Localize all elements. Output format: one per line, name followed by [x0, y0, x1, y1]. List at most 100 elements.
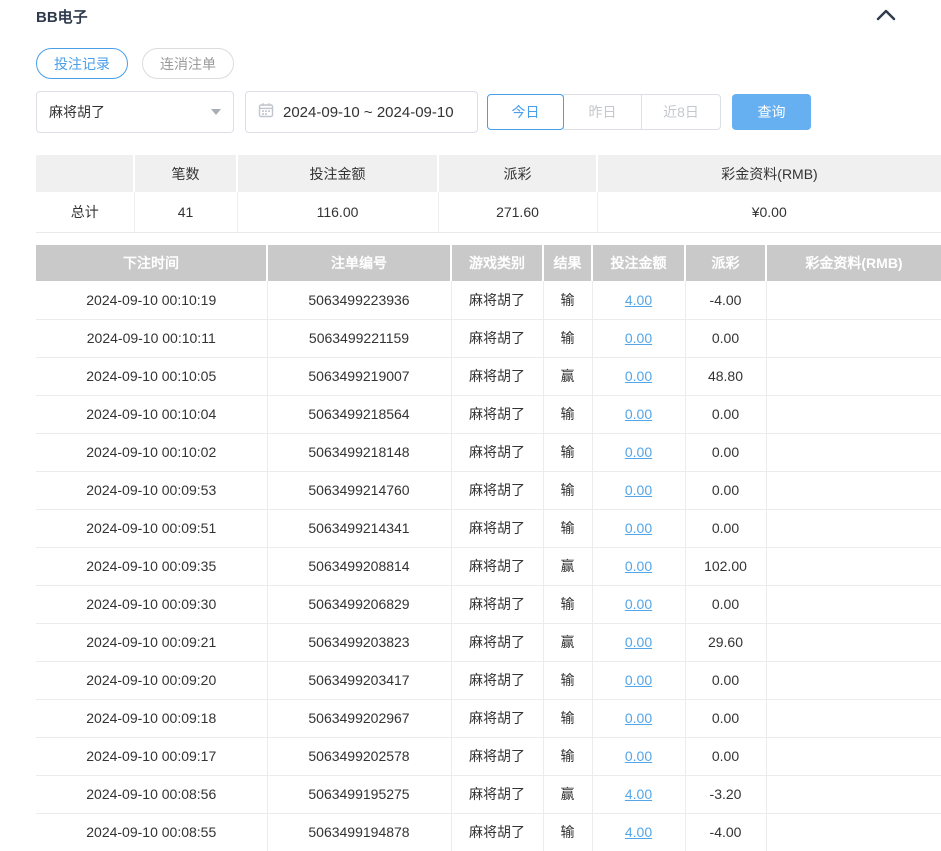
payout-cell: 0.00	[685, 433, 766, 471]
game-type-cell: 麻将胡了	[451, 547, 543, 585]
bet-amount-link[interactable]: 0.00	[625, 482, 652, 498]
result-cell: 输	[543, 737, 592, 775]
bet-amount-link[interactable]: 0.00	[625, 596, 652, 612]
payout-cell: 0.00	[685, 509, 766, 547]
game-type-cell: 麻将胡了	[451, 661, 543, 699]
bet-amount-link[interactable]: 0.00	[625, 406, 652, 422]
header-result: 结果	[543, 245, 592, 281]
bet-amount-cell: 0.00	[592, 357, 685, 395]
bet-amount-link[interactable]: 0.00	[625, 672, 652, 688]
order-number-cell: 5063499223936	[267, 281, 451, 319]
result-cell: 输	[543, 433, 592, 471]
bet-amount-cell: 0.00	[592, 509, 685, 547]
order-number-cell: 5063499218564	[267, 395, 451, 433]
date-range-picker[interactable]: 2024-09-10 ~ 2024-09-10	[245, 91, 478, 133]
payout-cell: 0.00	[685, 699, 766, 737]
table-row: 2024-09-10 00:08:56 5063499195275 麻将胡了 赢…	[36, 775, 941, 813]
today-button[interactable]: 今日	[487, 94, 564, 130]
bet-amount-link[interactable]: 0.00	[625, 748, 652, 764]
bet-amount-cell: 4.00	[592, 775, 685, 813]
bet-amount-link[interactable]: 4.00	[625, 824, 652, 840]
header-payout: 派彩	[685, 245, 766, 281]
tab-bet-records[interactable]: 投注记录	[36, 48, 128, 79]
game-type-cell: 麻将胡了	[451, 319, 543, 357]
header-game-type: 游戏类别	[451, 245, 543, 281]
last-8-days-button[interactable]: 近8日	[641, 94, 721, 130]
result-cell: 输	[543, 699, 592, 737]
bet-amount-cell: 0.00	[592, 737, 685, 775]
bonus-cell	[766, 471, 941, 509]
payout-cell: -4.00	[685, 281, 766, 319]
bet-amount-link[interactable]: 0.00	[625, 520, 652, 536]
order-number-cell: 5063499214760	[267, 471, 451, 509]
bonus-cell	[766, 585, 941, 623]
order-number-cell: 5063499206829	[267, 585, 451, 623]
bet-amount-link[interactable]: 0.00	[625, 368, 652, 384]
summary-total-label: 总计	[36, 192, 134, 232]
bet-time-cell: 2024-09-10 00:09:20	[36, 661, 267, 699]
bonus-cell	[766, 623, 941, 661]
game-type-cell: 麻将胡了	[451, 395, 543, 433]
summary-header-count: 笔数	[134, 155, 237, 192]
game-type-cell: 麻将胡了	[451, 471, 543, 509]
bet-amount-link[interactable]: 0.00	[625, 558, 652, 574]
result-cell: 赢	[543, 547, 592, 585]
summary-header-blank	[36, 155, 134, 192]
yesterday-button[interactable]: 昨日	[563, 94, 642, 130]
header-bonus: 彩金资料(RMB)	[766, 245, 941, 281]
order-number-cell: 5063499221159	[267, 319, 451, 357]
table-row: 2024-09-10 00:09:18 5063499202967 麻将胡了 输…	[36, 699, 941, 737]
result-cell: 输	[543, 281, 592, 319]
bet-amount-link[interactable]: 0.00	[625, 634, 652, 650]
game-type-cell: 麻将胡了	[451, 775, 543, 813]
calendar-icon	[258, 102, 283, 122]
table-row: 2024-09-10 00:10:19 5063499223936 麻将胡了 输…	[36, 281, 941, 319]
header-bet-time: 下注时间	[36, 245, 267, 281]
bet-time-cell: 2024-09-10 00:09:21	[36, 623, 267, 661]
summary-header-row: 笔数 投注金额 派彩 彩金资料(RMB)	[36, 155, 941, 192]
bonus-cell	[766, 395, 941, 433]
game-type-cell: 麻将胡了	[451, 699, 543, 737]
bonus-cell	[766, 737, 941, 775]
payout-cell: -3.20	[685, 775, 766, 813]
payout-cell: 0.00	[685, 585, 766, 623]
game-type-cell: 麻将胡了	[451, 509, 543, 547]
collapse-panel-button[interactable]	[875, 6, 897, 28]
game-type-cell: 麻将胡了	[451, 737, 543, 775]
summary-total-payout: 271.60	[438, 192, 597, 232]
table-row: 2024-09-10 00:10:05 5063499219007 麻将胡了 赢…	[36, 357, 941, 395]
bet-amount-cell: 0.00	[592, 699, 685, 737]
bet-amount-cell: 0.00	[592, 623, 685, 661]
tab-cancelled-orders[interactable]: 连消注单	[142, 48, 234, 79]
game-select-value: 麻将胡了	[49, 102, 105, 122]
bet-amount-cell: 0.00	[592, 585, 685, 623]
game-select[interactable]: 麻将胡了	[36, 91, 234, 133]
table-row: 2024-09-10 00:09:30 5063499206829 麻将胡了 输…	[36, 585, 941, 623]
result-cell: 输	[543, 661, 592, 699]
payout-cell: 0.00	[685, 737, 766, 775]
query-button[interactable]: 查询	[732, 94, 811, 130]
payout-cell: 48.80	[685, 357, 766, 395]
bet-amount-link[interactable]: 0.00	[625, 710, 652, 726]
result-cell: 输	[543, 471, 592, 509]
result-cell: 输	[543, 813, 592, 851]
bet-time-cell: 2024-09-10 00:09:30	[36, 585, 267, 623]
payout-cell: 0.00	[685, 471, 766, 509]
order-number-cell: 5063499218148	[267, 433, 451, 471]
bet-time-cell: 2024-09-10 00:08:55	[36, 813, 267, 851]
bonus-cell	[766, 661, 941, 699]
bonus-cell	[766, 281, 941, 319]
bet-amount-link[interactable]: 0.00	[625, 330, 652, 346]
filter-bar: 麻将胡了 2024-09-10 ~ 2024-09-10 今日 昨日 近8日 查…	[36, 91, 811, 133]
result-cell: 赢	[543, 623, 592, 661]
bet-amount-link[interactable]: 4.00	[625, 292, 652, 308]
payout-cell: 0.00	[685, 661, 766, 699]
summary-table: 笔数 投注金额 派彩 彩金资料(RMB) 总计 41 116.00 271.60…	[36, 155, 941, 233]
order-number-cell: 5063499194878	[267, 813, 451, 851]
bet-amount-link[interactable]: 0.00	[625, 444, 652, 460]
payout-cell: 0.00	[685, 319, 766, 357]
game-type-cell: 麻将胡了	[451, 281, 543, 319]
bet-amount-link[interactable]: 4.00	[625, 786, 652, 802]
bonus-cell	[766, 699, 941, 737]
bet-amount-cell: 0.00	[592, 395, 685, 433]
